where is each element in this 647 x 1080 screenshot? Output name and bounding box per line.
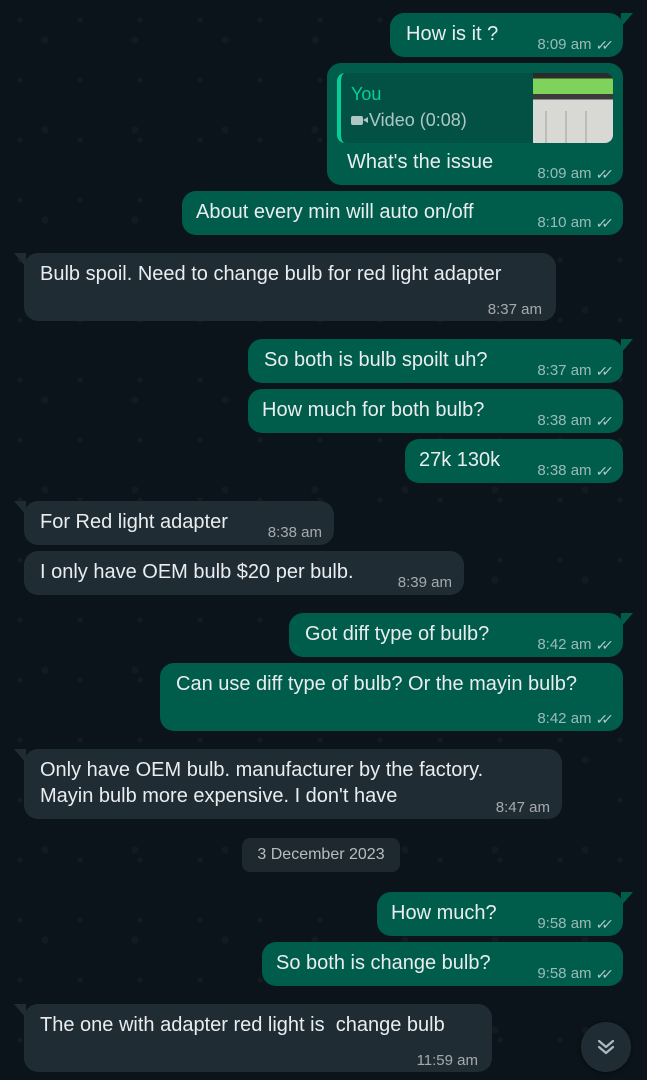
video-camera-icon bbox=[351, 115, 368, 125]
message-text-line-1: Only have OEM bulb. manufacturer by the … bbox=[40, 759, 484, 781]
double-check-icon: ✓✓ bbox=[594, 637, 609, 653]
message-time: 8:37 am bbox=[537, 362, 592, 379]
message-text: What's the issue bbox=[347, 151, 494, 173]
message-time: 8:38 am bbox=[267, 524, 322, 541]
message-time: 8:09 am bbox=[537, 36, 592, 53]
message-text: So both is change bulb? bbox=[276, 952, 491, 974]
double-check-icon: ✓✓ bbox=[594, 916, 609, 932]
outgoing-message[interactable]: So both is bulb spoilt uh? 8:37 am ✓✓ bbox=[248, 339, 633, 384]
message-meta: 8:09 am ✓✓ bbox=[537, 161, 613, 187]
message-text: Got diff type of bulb? bbox=[305, 623, 490, 645]
outgoing-message[interactable]: How much for both bulb? 8:38 am ✓✓ bbox=[248, 389, 623, 433]
message-text: How is it ? bbox=[406, 23, 499, 45]
quote-author: You bbox=[351, 84, 382, 104]
message-meta: 8:38 am ✓✓ bbox=[537, 458, 613, 484]
message-text: So both is bulb spoilt uh? bbox=[264, 349, 488, 371]
double-check-icon: ✓✓ bbox=[594, 413, 609, 429]
message-text-line-2: Mayin bulb more expensive. I don't have bbox=[40, 785, 398, 807]
incoming-message[interactable]: Only have OEM bulb. manufacturer by the … bbox=[14, 749, 562, 821]
message-meta: 11:59 am bbox=[417, 1048, 478, 1074]
message-text: I only have OEM bulb $20 per bulb. bbox=[40, 561, 354, 583]
outgoing-message[interactable]: How is it ? 8:09 am ✓✓ bbox=[390, 13, 633, 58]
outgoing-message[interactable]: 27k 130k 8:38 am ✓✓ bbox=[405, 439, 623, 483]
message-text: Bulb spoil. Need to change bulb for red … bbox=[40, 263, 502, 285]
outgoing-message[interactable]: Got diff type of bulb? 8:42 am ✓✓ bbox=[289, 613, 633, 658]
quote-media-label: Video (0:08) bbox=[369, 110, 467, 130]
double-check-icon: ✓✓ bbox=[594, 363, 609, 379]
quoted-video[interactable]: You Video (0:08) bbox=[337, 73, 613, 143]
outgoing-message-with-quote[interactable]: You Video (0:08) What's the issue 8:09 a… bbox=[327, 63, 623, 185]
message-meta: 8:38 am bbox=[268, 520, 322, 546]
outgoing-message[interactable]: How much? 9:58 am ✓✓ bbox=[377, 892, 633, 937]
message-time: 8:10 am bbox=[537, 214, 592, 231]
message-meta: 8:09 am ✓✓ bbox=[537, 32, 613, 58]
message-meta: 9:58 am ✓✓ bbox=[537, 961, 613, 987]
scroll-to-bottom-button[interactable] bbox=[581, 1022, 631, 1072]
message-text: The one with adapter red light is change… bbox=[40, 1014, 445, 1036]
incoming-message[interactable]: For Red light adapter 8:38 am bbox=[14, 501, 334, 546]
double-check-icon: ✓✓ bbox=[594, 37, 609, 53]
incoming-message[interactable]: The one with adapter red light is change… bbox=[14, 1004, 492, 1074]
message-time: 8:39 am bbox=[397, 574, 452, 591]
message-time: 8:42 am bbox=[537, 636, 592, 653]
message-meta: 9:58 am ✓✓ bbox=[537, 911, 613, 937]
date-divider: 3 December 2023 bbox=[242, 838, 400, 872]
message-time: 8:38 am bbox=[537, 462, 592, 479]
message-meta: 8:42 am ✓✓ bbox=[537, 706, 613, 732]
message-time: 11:59 am bbox=[416, 1052, 478, 1069]
video-thumbnail[interactable] bbox=[533, 73, 613, 143]
message-text: How much? bbox=[391, 902, 497, 924]
message-time: 8:09 am bbox=[537, 165, 592, 182]
message-meta: 8:47 am bbox=[496, 795, 550, 821]
message-text: For Red light adapter bbox=[40, 511, 228, 533]
double-check-icon: ✓✓ bbox=[594, 215, 609, 231]
message-meta: 8:10 am ✓✓ bbox=[537, 210, 613, 236]
message-meta: 8:37 am bbox=[488, 297, 542, 323]
incoming-message[interactable]: I only have OEM bulb $20 per bulb. 8:39 … bbox=[24, 551, 464, 595]
message-meta: 8:42 am ✓✓ bbox=[537, 632, 613, 658]
message-meta: 8:37 am ✓✓ bbox=[537, 358, 613, 384]
message-text: Can use diff type of bulb? Or the mayin … bbox=[176, 673, 577, 695]
message-meta: 8:38 am ✓✓ bbox=[537, 408, 613, 434]
message-text: About every min will auto on/off bbox=[196, 201, 474, 223]
quote-media: Video (0:08) bbox=[351, 107, 467, 133]
double-check-icon: ✓✓ bbox=[594, 166, 609, 182]
message-time: 8:47 am bbox=[495, 799, 550, 816]
double-check-icon: ✓✓ bbox=[594, 966, 609, 982]
message-time: 9:58 am bbox=[537, 965, 592, 982]
incoming-message[interactable]: Bulb spoil. Need to change bulb for red … bbox=[14, 253, 556, 323]
chat-area[interactable]: How is it ? 8:09 am ✓✓ You Video (0:08) … bbox=[0, 0, 647, 1080]
outgoing-message[interactable]: About every min will auto on/off 8:10 am… bbox=[182, 191, 623, 235]
message-meta: 8:39 am bbox=[398, 570, 452, 596]
message-text: How much for both bulb? bbox=[262, 399, 485, 421]
message-time: 8:37 am bbox=[487, 301, 542, 318]
message-time: 8:42 am bbox=[537, 710, 592, 727]
message-time: 9:58 am bbox=[537, 915, 592, 932]
outgoing-message[interactable]: Can use diff type of bulb? Or the mayin … bbox=[160, 663, 623, 731]
message-time: 8:38 am bbox=[537, 412, 592, 429]
message-text: 27k 130k bbox=[419, 449, 501, 471]
double-check-icon: ✓✓ bbox=[594, 463, 609, 479]
double-check-icon: ✓✓ bbox=[594, 711, 609, 727]
chevron-double-down-icon bbox=[597, 1039, 615, 1055]
outgoing-message[interactable]: So both is change bulb? 9:58 am ✓✓ bbox=[262, 942, 623, 986]
